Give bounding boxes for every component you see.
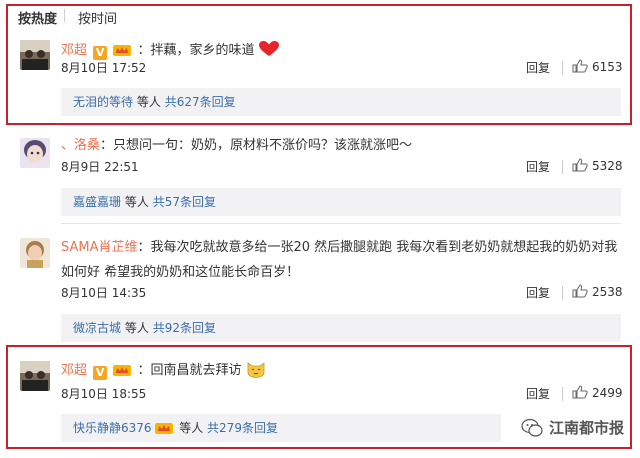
sub-replies-box[interactable]: 微凉古城 等人 共92条回复 <box>61 314 621 342</box>
comment-item: SAMA肖芷维：我每次吃就故意多给一张20 然后撒腿就跑 我每次看到老奶奶就想起… <box>0 226 640 342</box>
highlight-frame <box>6 4 632 125</box>
comment-divider <box>61 125 621 126</box>
action-separator <box>562 286 563 300</box>
comment-divider <box>61 223 621 224</box>
sub-reply-user[interactable]: 嘉盛嘉珊 <box>73 195 121 209</box>
comment-username[interactable]: 、洛桑 <box>61 138 100 153</box>
comment-item: 、洛桑：只想问一句：奶奶，原材料不涨价吗？该涨就涨吧～ 8月9日 22:51 回… <box>0 128 640 220</box>
sub-reply-mid: 等人 <box>124 195 149 209</box>
reply-button[interactable]: 回复 <box>526 284 550 301</box>
comment-username[interactable]: SAMA肖芷维 <box>61 240 138 255</box>
wechat-icon <box>521 418 543 437</box>
sub-reply-user[interactable]: 微凉古城 <box>73 321 121 335</box>
avatar[interactable] <box>20 138 50 168</box>
sub-reply-count-link[interactable]: 共92条回复 <box>153 321 216 335</box>
watermark: 江南都市报 <box>521 417 624 438</box>
like-button[interactable]: 5328 <box>572 158 623 173</box>
comment-date: 8月10日 14:35 <box>61 286 147 300</box>
comment-text-line: SAMA肖芷维：我每次吃就故意多给一张20 然后撒腿就跑 我每次看到老奶奶就想起… <box>61 236 617 255</box>
watermark-text: 江南都市报 <box>548 419 624 437</box>
comment-text-line: 、洛桑：只想问一句：奶奶，原材料不涨价吗？该涨就涨吧～ <box>61 134 412 153</box>
thumbs-up-icon <box>572 284 588 298</box>
thumbs-up-icon <box>572 158 588 172</box>
like-count: 5328 <box>592 159 623 173</box>
comment-date: 8月9日 22:51 <box>61 160 139 174</box>
sub-replies-box[interactable]: 嘉盛嘉珊 等人 共57条回复 <box>61 188 621 216</box>
sub-reply-mid: 等人 <box>124 321 149 335</box>
reply-button[interactable]: 回复 <box>526 158 550 175</box>
action-separator <box>562 160 563 174</box>
sub-reply-count-link[interactable]: 共57条回复 <box>153 195 216 209</box>
comment-text-line2: 如何好 希望我的奶奶和这位能长命百岁！ <box>61 265 300 280</box>
like-button[interactable]: 2538 <box>572 284 623 299</box>
avatar[interactable] <box>20 238 50 268</box>
comment-text: ：我每次吃就故意多给一张20 然后撒腿就跑 我每次看到老奶奶就想起我的奶奶对我 <box>137 240 618 255</box>
like-count: 2538 <box>592 285 623 299</box>
comment-text: ：只想问一句：奶奶，原材料不涨价吗？该涨就涨吧～ <box>100 138 413 153</box>
